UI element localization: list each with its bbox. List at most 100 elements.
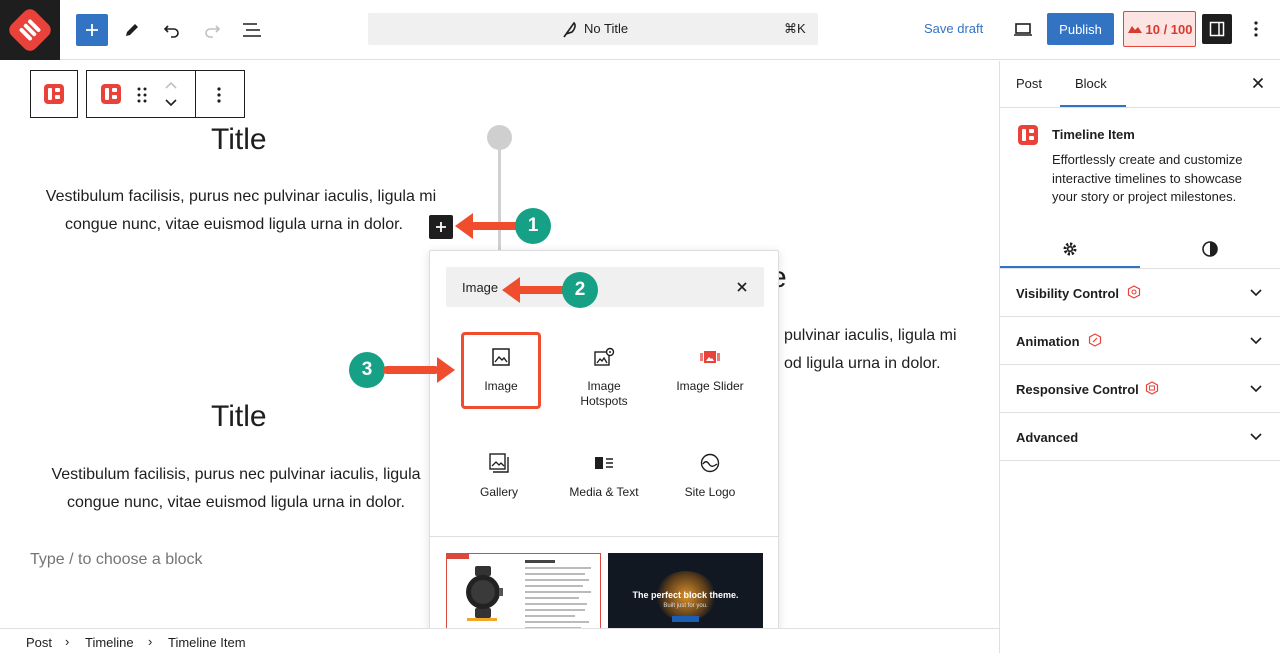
settings-tab-gear-icon[interactable] [1000, 229, 1140, 269]
annotation-arrow-shaft [515, 286, 569, 294]
block-toolbar [86, 70, 245, 118]
block-item-gallery[interactable]: Gallery [449, 441, 549, 531]
styles-tab-contrast-icon[interactable] [1140, 229, 1280, 269]
parent-block-selector[interactable] [30, 70, 78, 118]
text-line: Vestibulum facilisis, purus nec pulvinar… [51, 466, 421, 483]
block-search-input[interactable]: Image [446, 267, 764, 307]
close-icon[interactable] [1248, 73, 1268, 93]
block-breadcrumb: Post › Timeline › Timeline Item [0, 628, 1000, 653]
undo-icon[interactable] [156, 14, 188, 46]
clear-search-icon[interactable] [732, 277, 752, 297]
block-item-label: Gallery [479, 485, 518, 499]
timeline-marker-dot [487, 125, 512, 150]
site-logo-icon[interactable] [0, 0, 60, 60]
timeline-item-icon [1018, 125, 1038, 145]
seo-score-value: 10 / 100 [1145, 21, 1193, 37]
panel-animation[interactable]: Animation [1000, 317, 1280, 365]
publish-button[interactable]: Publish [1047, 13, 1114, 45]
block-item-image[interactable]: Image [461, 332, 541, 409]
timeline-block-icon [44, 84, 64, 104]
panel-responsive-control[interactable]: Responsive Control [1000, 365, 1280, 413]
annotation-badge-1: 1 [515, 208, 551, 244]
panel-label: Animation [1016, 334, 1080, 349]
tab-post[interactable]: Post [1016, 76, 1042, 91]
panel-label: Responsive Control [1016, 382, 1139, 397]
site-logo-icon [698, 451, 722, 475]
chevron-down-icon [1250, 433, 1262, 441]
visibility-badge-icon [1127, 285, 1141, 299]
timeline-item-title[interactable]: Title [211, 123, 267, 157]
annotation-arrow-shaft [468, 222, 522, 230]
search-value: Image [462, 280, 499, 295]
image-hotspots-icon [592, 345, 616, 369]
document-title[interactable]: No Title [584, 21, 628, 36]
annotation-badge-2: 2 [562, 272, 598, 308]
quick-inserter-popover: Image Image Image Hotspots Image Slider … [429, 250, 779, 653]
block-item-site-logo[interactable]: Site Logo [660, 441, 760, 531]
move-down-icon[interactable] [164, 98, 178, 108]
block-item-image-slider[interactable]: Image Slider [660, 335, 760, 425]
smartwatch-image [466, 566, 503, 618]
text-line: Vestibulum facilisis, purus nec pulvinar… [45, 188, 437, 205]
breadcrumb-timeline[interactable]: Timeline [85, 635, 134, 650]
annotation-badge-3: 3 [349, 352, 385, 388]
text-line: congue nunc, vitae euismod ligula urna i… [67, 494, 405, 511]
drag-handle-icon[interactable] [136, 86, 148, 104]
breadcrumb-post[interactable]: Post [26, 635, 52, 650]
pattern-button [672, 616, 699, 622]
chevron-down-icon [1250, 289, 1262, 297]
panel-advanced[interactable]: Advanced [1000, 413, 1280, 461]
settings-sidebar-toggle-icon[interactable] [1202, 14, 1232, 44]
block-item-label: Image Slider [676, 379, 744, 393]
chevron-down-icon [1250, 337, 1262, 345]
breadcrumb-separator-icon: › [65, 634, 70, 649]
timeline-item-text-partial[interactable]: pulvinar iaculis, ligula mi [784, 322, 957, 350]
block-name: Timeline Item [1052, 127, 1135, 142]
timeline-item-text[interactable]: Vestibulum facilisis, purus nec pulvinar… [26, 461, 446, 517]
gallery-icon [487, 451, 511, 475]
block-item-image-hotspots[interactable]: Image Hotspots [554, 335, 654, 425]
tools-pencil-icon[interactable] [116, 14, 148, 46]
annotation-arrow-head [437, 357, 455, 383]
text-line: congue nunc, vitae euismod ligula urna i… [65, 216, 403, 233]
block-placeholder[interactable]: Type / to choose a block [30, 551, 203, 569]
block-options-icon[interactable] [217, 86, 221, 104]
breadcrumb-separator-icon: › [148, 634, 153, 649]
redo-icon[interactable] [196, 14, 228, 46]
block-item-media-text[interactable]: Media & Text [554, 441, 654, 531]
responsive-badge-icon [1145, 381, 1159, 395]
panel-label: Advanced [1016, 430, 1079, 445]
block-inserter-button[interactable] [76, 14, 108, 46]
timeline-item-text[interactable]: Vestibulum facilisis, purus nec pulvinar… [26, 183, 456, 239]
block-description: Effortlessly create and customize intera… [1052, 152, 1243, 204]
animation-badge-icon [1088, 333, 1102, 347]
chevron-down-icon [1250, 385, 1262, 393]
inline-block-inserter-button[interactable] [429, 215, 453, 239]
pattern-heading: The perfect block theme. [632, 590, 739, 600]
timeline-item-title[interactable]: Title [211, 400, 267, 434]
panel-visibility-control[interactable]: Visibility Control [1000, 269, 1280, 317]
save-draft-button[interactable]: Save draft [924, 21, 983, 36]
block-item-label: Site Logo [684, 485, 736, 499]
more-options-icon[interactable] [1244, 14, 1268, 44]
image-icon [489, 345, 513, 369]
tab-block[interactable]: Block [1075, 76, 1107, 91]
media-text-icon [592, 451, 616, 475]
score-icon [1127, 26, 1142, 33]
seo-score-button[interactable]: 10 / 100 [1123, 11, 1196, 47]
settings-sidebar: Post Block Timeline Item Effortlessly cr… [999, 61, 1280, 653]
block-item-label: Image Hotspots [580, 379, 628, 408]
panel-label: Visibility Control [1016, 286, 1120, 301]
block-item-label: Media & Text [569, 485, 639, 499]
timeline-item-icon [101, 84, 121, 104]
move-up-icon[interactable] [164, 80, 178, 90]
timeline-item-text-partial[interactable]: od ligula urna in dolor. [784, 350, 941, 378]
block-type-switcher[interactable] [101, 84, 121, 104]
pattern-subheading: Built just for you. [663, 603, 708, 609]
document-overview-icon[interactable] [236, 14, 268, 46]
command-shortcut: ⌘K [784, 21, 806, 36]
breadcrumb-timeline-item[interactable]: Timeline Item [168, 635, 246, 650]
image-slider-icon [698, 345, 722, 369]
preview-device-icon[interactable] [1007, 14, 1039, 46]
feather-icon [563, 21, 576, 38]
